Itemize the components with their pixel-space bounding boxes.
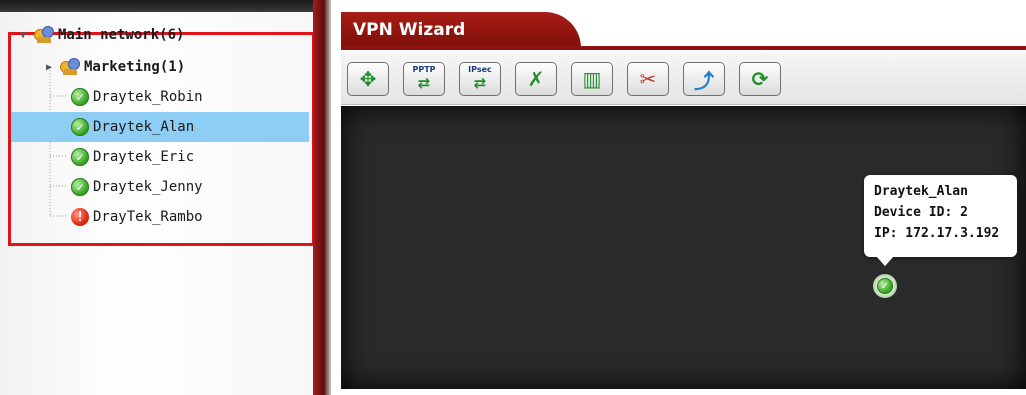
tree-device-item[interactable]: ✓ Draytek_Robin (11, 82, 309, 112)
tree-device-item[interactable]: ✓ Draytek_Eric (11, 142, 309, 172)
wizard-toolbar: ✥ PPTP ⇄ IPsec ⇄ ✗ ▥ ✂ ⤴ ⟳ (341, 52, 1026, 105)
tree-device-item[interactable]: ! DrayTek_Rambo (11, 202, 309, 232)
tools-icon: ✗ (527, 67, 545, 91)
tree-device-label: Draytek_Robin (93, 89, 203, 105)
trash-icon: ▥ (582, 67, 602, 91)
title-underline (341, 46, 1026, 50)
status-ok-icon: ✓ (877, 278, 893, 294)
status-error-icon: ! (71, 208, 89, 226)
status-ok-icon: ✓ (71, 178, 89, 196)
tooltip-device-id: Device ID: 2 (874, 205, 968, 220)
tree-device-label: DrayTek_Rambo (93, 209, 203, 225)
tree-root-label: Main network(6) (58, 27, 185, 43)
device-tooltip: Draytek_Alan Device ID: 2 IP: 172.17.3.1… (864, 175, 1017, 257)
tree-device-item[interactable]: ✓ Draytek_Jenny (11, 172, 309, 202)
wizard-title-tab: VPN Wizard (341, 12, 581, 48)
vpn-tunnel-icon: ⇄ (417, 74, 431, 92)
tools-button[interactable]: ✗ (515, 62, 557, 96)
collapse-arrow-icon[interactable]: ▼ (18, 30, 28, 41)
refresh-button[interactable]: ⟳ (739, 62, 781, 96)
tree-device-label: Draytek_Eric (93, 149, 195, 165)
tree-device-label: Draytek_Alan (93, 119, 195, 135)
status-ok-icon: ✓ (71, 148, 89, 166)
tooltip-device-name: Draytek_Alan (874, 184, 968, 199)
tooltip-device-ip: IP: 172.17.3.192 (874, 226, 1000, 241)
status-ok-icon: ✓ (71, 118, 89, 136)
vpn-tunnel-icon: ⇄ (473, 74, 487, 92)
left-top-bar (0, 0, 314, 12)
move-arrows-icon: ✥ (359, 67, 377, 91)
tree-device-label: Draytek_Jenny (93, 179, 203, 195)
export-button[interactable]: ⤴ (683, 62, 725, 96)
export-icon: ⤴ (694, 68, 714, 93)
tooltip-pointer (876, 256, 894, 266)
ipsec-label: IPsec (468, 65, 492, 74)
refresh-icon: ⟳ (751, 67, 769, 91)
panel-divider[interactable] (313, 0, 331, 395)
tree-group-label: Marketing(1) (84, 59, 186, 75)
status-ok-icon: ✓ (71, 88, 89, 106)
scissors-icon: ✂ (639, 67, 657, 91)
tree-device-item-selected[interactable]: ✓ Draytek_Alan (11, 112, 309, 142)
ipsec-button[interactable]: IPsec ⇄ (459, 62, 501, 96)
group-icon (34, 26, 54, 44)
tree-root-main-network[interactable]: ▼ Main network(6) (18, 20, 184, 50)
cut-button[interactable]: ✂ (627, 62, 669, 96)
pptp-label: PPTP (412, 65, 436, 74)
device-node-draytek-alan[interactable]: ✓ (873, 274, 897, 298)
pptp-button[interactable]: PPTP ⇄ (403, 62, 445, 96)
move-button[interactable]: ✥ (347, 62, 389, 96)
wizard-title: VPN Wizard (353, 20, 466, 40)
delete-button[interactable]: ▥ (571, 62, 613, 96)
